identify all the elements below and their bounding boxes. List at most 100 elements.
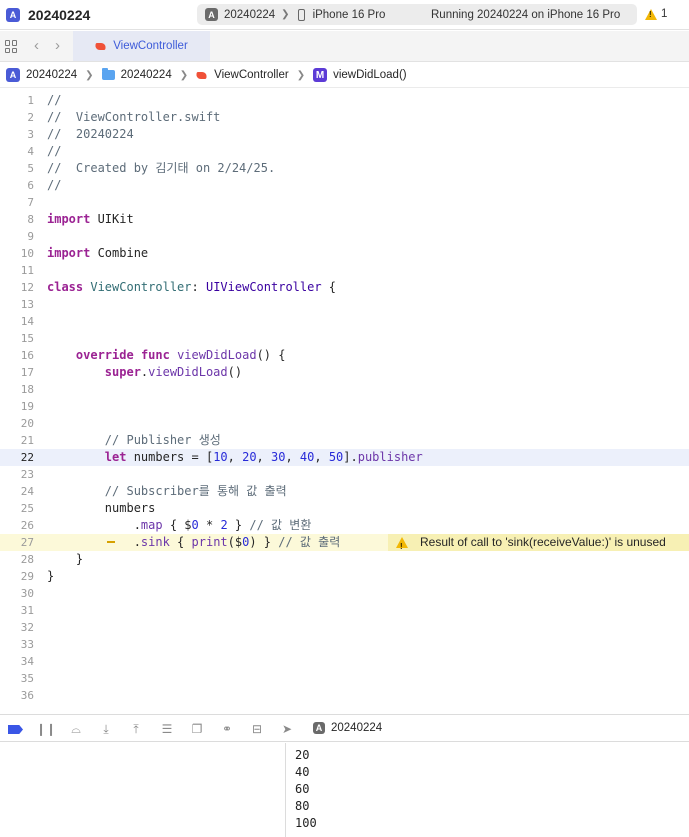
activity-view[interactable]: A 20240224 ❯ iPhone 16 Pro Running 20240… <box>197 4 637 25</box>
code-text: // 20240224 <box>47 127 134 141</box>
pause-icon[interactable]: ❙❙ <box>36 722 56 736</box>
code-line[interactable]: 20 <box>0 415 689 432</box>
forward-arrow-icon[interactable]: › <box>55 37 60 54</box>
view-hierarchy-icon[interactable]: ☰ <box>160 722 174 736</box>
editor-tabbar: ‹ › ViewController <box>0 31 689 62</box>
code-line[interactable]: 28 } <box>0 551 689 568</box>
debug-process-selector[interactable]: A 20240224 <box>313 722 382 734</box>
code-line[interactable]: 17 super.viewDidLoad() <box>0 364 689 381</box>
line-number: 15 <box>20 332 34 345</box>
code-line[interactable]: 25 numbers <box>0 500 689 517</box>
code-line[interactable]: 9 <box>0 228 689 245</box>
inline-warning-annotation[interactable]: Result of call to 'sink(receiveValue:)' … <box>388 534 689 555</box>
run-destination-selector[interactable]: iPhone 16 Pro <box>313 9 386 21</box>
scheme-app-icon: A <box>313 722 325 734</box>
code-line[interactable]: 1 // <box>0 92 689 109</box>
code-line[interactable]: 16 override func viewDidLoad() { <box>0 347 689 364</box>
breakpoint-icon[interactable] <box>8 725 23 734</box>
memory-graph-icon[interactable]: ❐ <box>190 722 204 736</box>
xcode-project-icon: A <box>6 7 20 22</box>
code-line[interactable]: 32 <box>0 619 689 636</box>
code-line[interactable]: 6 // <box>0 177 689 194</box>
line-number: 29 <box>20 570 34 583</box>
console-line: 40 <box>295 765 310 779</box>
line-number: 20 <box>20 417 34 430</box>
back-arrow-icon[interactable]: ‹ <box>34 37 39 54</box>
code-text: .sink { print($0) } // 값 출력 <box>47 535 341 549</box>
chevron-right-icon: ❯ <box>179 69 189 81</box>
line-number: 3 <box>27 128 34 141</box>
code-line[interactable]: 10 import Combine <box>0 245 689 262</box>
line-number: 30 <box>20 587 34 600</box>
line-number: 21 <box>20 434 34 447</box>
console-output[interactable]: 20 40 60 80 100 <box>287 743 689 837</box>
line-number: 32 <box>20 621 34 634</box>
code-line[interactable]: 14 <box>0 313 689 330</box>
line-number: 7 <box>27 196 34 209</box>
code-line[interactable]: 30 <box>0 585 689 602</box>
window-titlebar: A 20240224 A 20240224 ❯ iPhone 16 Pro Ru… <box>0 0 689 30</box>
code-line[interactable]: 24 // Subscriber를 통해 값 출력 <box>0 483 689 500</box>
breadcrumb-group[interactable]: 20240224 <box>121 69 172 81</box>
code-line[interactable]: 36 <box>0 687 689 704</box>
code-line[interactable]: 11 <box>0 262 689 279</box>
code-line[interactable]: 8 import UIKit <box>0 211 689 228</box>
code-line[interactable]: 15 <box>0 330 689 347</box>
simulate-location-icon[interactable]: ⊟ <box>250 722 264 736</box>
code-line[interactable]: 23 <box>0 466 689 483</box>
line-number: 28 <box>20 553 34 566</box>
code-line[interactable]: 27 .sink { print($0) } // 값 출력 Result of … <box>0 534 689 555</box>
scheme-selector[interactable]: 20240224 <box>224 9 275 21</box>
code-line[interactable]: 19 <box>0 398 689 415</box>
variables-view[interactable] <box>0 743 286 837</box>
code-text: class ViewController: UIViewController { <box>47 280 337 294</box>
code-text: } <box>47 569 55 583</box>
code-line[interactable]: 18 <box>0 381 689 398</box>
line-number: 14 <box>20 315 34 328</box>
breadcrumb-file[interactable]: ViewController <box>214 69 289 81</box>
debug-bar: ❙❙ ⌓ ⤓ ⤒ ☰ ❐ ⚭ ⊟ ➤ A 20240224 <box>0 714 689 742</box>
step-out-icon[interactable]: ⤒ <box>129 722 143 736</box>
code-line[interactable]: 12 class ViewController: UIViewController… <box>0 279 689 296</box>
code-line[interactable]: 31 <box>0 602 689 619</box>
line-number: 19 <box>20 400 34 413</box>
code-text: // <box>47 93 62 107</box>
code-line[interactable]: 35 <box>0 670 689 687</box>
line-number: 5 <box>27 162 34 175</box>
code-line[interactable]: 2 // ViewController.swift <box>0 109 689 126</box>
folder-icon <box>101 68 115 80</box>
phone-icon <box>297 8 305 21</box>
swift-file-icon <box>196 70 208 80</box>
code-line[interactable]: 26 .map { $0 * 2 } // 값 변환 <box>0 517 689 534</box>
line-number: 23 <box>20 468 34 481</box>
code-line[interactable]: 21 // Publisher 생성 <box>0 432 689 449</box>
location-icon[interactable]: ➤ <box>280 722 294 736</box>
warning-count-badge[interactable]: 1 <box>645 8 667 20</box>
step-over-icon[interactable]: ⌓ <box>69 722 83 736</box>
code-text: super.viewDidLoad() <box>104 365 243 379</box>
code-line[interactable]: 13 <box>0 296 689 313</box>
line-number: 34 <box>20 655 34 668</box>
breadcrumb-project[interactable]: 20240224 <box>26 69 77 81</box>
code-line[interactable]: 33 <box>0 636 689 653</box>
code-text: // Publisher 생성 <box>104 433 221 447</box>
code-line[interactable]: 4 // <box>0 143 689 160</box>
line-number: 9 <box>27 230 34 243</box>
tab-viewcontroller[interactable]: ViewController <box>73 31 210 61</box>
code-line[interactable]: 3 // 20240224 <box>0 126 689 143</box>
code-line[interactable]: 7 <box>0 194 689 211</box>
environment-icon[interactable]: ⚭ <box>220 722 234 736</box>
code-line[interactable]: 5 // Created by 김기태 on 2/24/25. <box>0 160 689 177</box>
step-into-icon[interactable]: ⤓ <box>99 722 113 736</box>
code-line[interactable]: 34 <box>0 653 689 670</box>
jump-bar: A 20240224 ❯ 20240224 ❯ ViewController ❯… <box>0 63 689 88</box>
line-number: 26 <box>20 519 34 532</box>
line-number: 6 <box>27 179 34 192</box>
breadcrumb-symbol[interactable]: viewDidLoad() <box>333 69 407 81</box>
source-editor[interactable]: 1 // 2 // ViewController.swift 3 // 20240224 4… <box>0 90 689 714</box>
code-line[interactable]: 29} <box>0 568 689 585</box>
related-items-grid-icon[interactable] <box>5 40 18 53</box>
code-text: import UIKit <box>47 212 134 226</box>
code-line[interactable]: 22 let numbers = [10, 20, 30, 40, 50].pu… <box>0 449 689 466</box>
warning-icon <box>645 8 657 20</box>
